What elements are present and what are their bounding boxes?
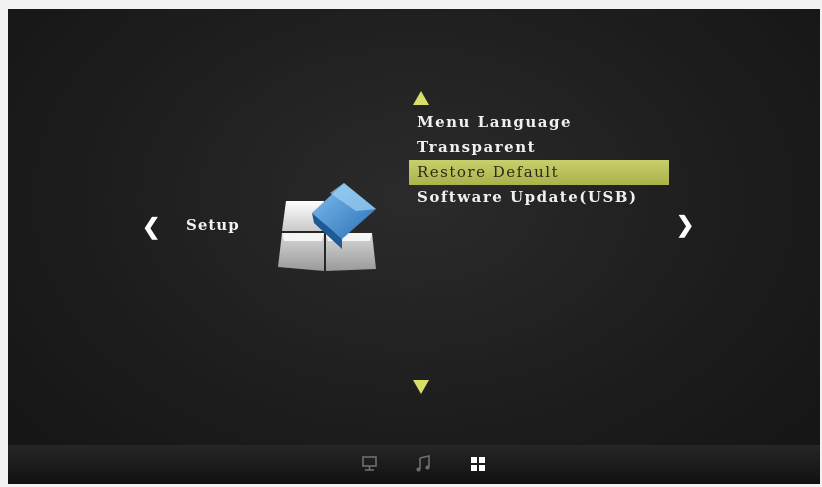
tv-screen: ❮ Setup Menu Language Transparent Restor… [8,9,820,484]
menu-item-menu-language[interactable]: Menu Language [409,110,669,135]
music-note-icon[interactable] [414,453,434,475]
scroll-up-arrow-icon[interactable] [413,91,429,105]
setup-icon [278,183,376,271]
grid-icon[interactable] [468,453,488,475]
monitor-icon[interactable] [360,453,380,475]
menu-item-software-update[interactable]: Software Update(USB) [409,185,669,210]
settings-menu: Menu Language Transparent Restore Defaul… [409,110,669,210]
menu-item-transparent[interactable]: Transparent [409,135,669,160]
previous-page-arrow-icon[interactable]: ❮ [142,214,160,240]
scroll-down-arrow-icon[interactable] [413,380,429,394]
menu-item-restore-default[interactable]: Restore Default [409,160,669,185]
next-page-arrow-icon[interactable]: ❯ [676,212,694,238]
page-title: Setup [186,216,240,234]
bottom-bar [8,445,820,484]
